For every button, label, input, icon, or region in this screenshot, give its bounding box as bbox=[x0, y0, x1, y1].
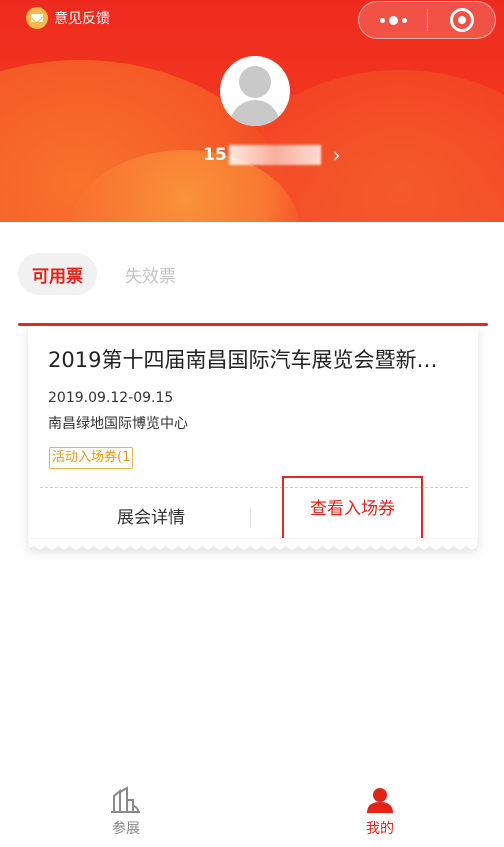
mail-icon bbox=[26, 7, 48, 29]
tab-valid-tickets[interactable]: 可用票 bbox=[18, 253, 97, 295]
user-phone-link[interactable]: 15 › bbox=[203, 143, 341, 167]
miniprogram-capsule bbox=[358, 1, 496, 39]
phone-mask bbox=[228, 145, 321, 165]
phone-number: 15 bbox=[203, 145, 227, 165]
nav-label-mine: 我的 bbox=[366, 821, 394, 837]
feedback-label: 意见反馈 bbox=[54, 11, 110, 27]
close-miniprogram-button[interactable] bbox=[428, 8, 495, 32]
nav-item-mine[interactable]: 我的 bbox=[350, 786, 410, 838]
target-circle-icon bbox=[449, 8, 474, 32]
more-dots-icon[interactable] bbox=[359, 2, 427, 38]
expo-details-button[interactable]: 展会详情 bbox=[76, 498, 226, 538]
ticket-venue: 南昌绿地国际博览中心 bbox=[48, 416, 188, 432]
ticket-date: 2019.09.12-09.15 bbox=[48, 390, 174, 406]
ticket-type-badge: 活动入场券(1 bbox=[49, 447, 134, 469]
buildings-icon bbox=[111, 786, 140, 813]
ticket-torn-edge bbox=[28, 538, 478, 551]
ticket-tabs: 可用票 失效票 bbox=[18, 252, 190, 296]
person-icon bbox=[367, 788, 393, 813]
app: 意见反馈 15 › 可用票 失效票 2019第十四届南昌国际汽车展览会暨新… 2… bbox=[0, 0, 504, 847]
feedback-link[interactable]: 意见反馈 bbox=[26, 7, 110, 29]
button-divider bbox=[250, 508, 251, 528]
bottom-tab-bar: 参展 我的 bbox=[0, 778, 504, 847]
nav-item-expo[interactable]: 参展 bbox=[96, 786, 156, 838]
nav-label-expo: 参展 bbox=[112, 821, 140, 837]
tab-expired-tickets[interactable]: 失效票 bbox=[111, 253, 190, 295]
ticket-card[interactable]: 2019第十四届南昌国际汽车展览会暨新… 2019.09.12-09.15 南昌… bbox=[28, 326, 478, 548]
avatar[interactable] bbox=[220, 56, 290, 126]
view-ticket-button[interactable]: 查看入场券 bbox=[282, 476, 423, 542]
profile-header: 意见反馈 15 › bbox=[0, 0, 504, 222]
ticket-title: 2019第十四届南昌国际汽车展览会暨新… bbox=[48, 348, 438, 372]
chevron-right-icon: › bbox=[332, 143, 341, 167]
